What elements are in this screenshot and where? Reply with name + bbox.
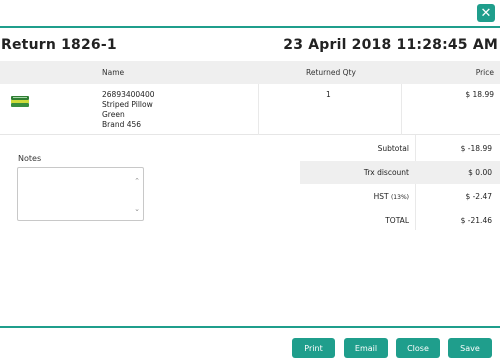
item-details: 26893400400 Striped Pillow Green Brand 4… [102,90,155,130]
notes-textarea[interactable]: ⌃ ⌄ [17,167,144,221]
subtotal-label: Subtotal [377,144,409,153]
item-code: 26893400400 [102,90,155,99]
discount-label: Trx discount [363,168,409,177]
total-value: $ -21.46 [460,216,492,225]
subtotal-value: $ -18.99 [460,144,492,153]
column-header-price: Price [475,68,494,77]
column-header-returned-qty: Returned Qty [306,68,356,77]
subtotal-row: Subtotal $ -18.99 [300,137,500,160]
discount-value: $ 0.00 [468,168,492,177]
item-brand: Brand 456 [102,120,142,129]
save-button[interactable]: Save [448,338,492,358]
item-color: Green [102,110,125,119]
page-title: Return 1826-1 [1,37,117,53]
product-thumbnail [11,96,29,107]
tax-row: HST (13%) $ -2.47 [300,185,500,208]
item-price: $ 18.99 [465,90,494,99]
header-divider [0,26,500,28]
close-button[interactable]: Close [396,338,440,358]
column-header-name: Name [102,68,125,77]
tax-name: HST [373,192,389,201]
chevron-up-icon[interactable]: ⌃ [133,177,141,185]
table-header: Name Returned Qty Price [0,61,500,84]
footer-divider [0,326,500,328]
tax-label: HST (13%) [374,192,409,201]
email-button[interactable]: Email [344,338,388,358]
total-row: TOTAL $ -21.46 [300,209,500,232]
column-divider [401,84,402,135]
chevron-down-icon[interactable]: ⌄ [133,205,141,213]
table-row: 26893400400 Striped Pillow Green Brand 4… [0,84,500,135]
column-divider [258,84,259,135]
notes-label: Notes [18,154,42,163]
print-button[interactable]: Print [292,338,335,358]
total-label: TOTAL [385,216,409,225]
item-returned-qty: 1 [326,90,331,99]
close-icon[interactable]: ✕ [477,4,495,22]
item-name: Striped Pillow [102,100,153,109]
transaction-date: 23 April 2018 11:28:45 AM [283,37,498,53]
discount-row: Trx discount $ 0.00 [300,161,500,184]
tax-rate: (13%) [390,194,409,201]
notes-scrollbar[interactable]: ⌃ ⌄ [133,171,141,217]
tax-value: $ -2.47 [465,192,492,201]
